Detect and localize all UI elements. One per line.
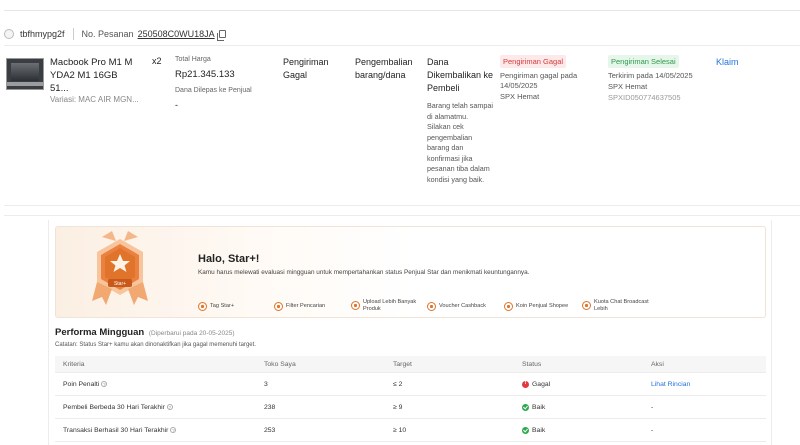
shipping-failed-badge: Pengiriman Gagal: [500, 55, 567, 68]
coin-icon: [504, 302, 513, 311]
status-cell: Baik: [522, 426, 651, 434]
view-details-link[interactable]: Lihat Rincian: [651, 381, 766, 388]
criteria-cell: Transaksi Berhasil 30 Hari Terakhir ?: [55, 427, 264, 434]
my-store-value: 238: [264, 403, 276, 411]
status-cell: Baik: [522, 403, 651, 411]
header-criteria: Kriteria: [63, 360, 85, 368]
table-header: Kriteria Toko Saya Target Status Aksi: [55, 356, 766, 373]
benefit-label: Tag Star+: [210, 303, 235, 310]
action-value: -: [651, 426, 654, 434]
total-price-label: Total Harga: [175, 56, 211, 63]
order-header: tbfhmypg2f No. Pesanan 250508C0WU18JA: [4, 22, 800, 46]
top-divider: [4, 10, 800, 11]
help-icon[interactable]: ?: [166, 404, 173, 410]
order-number-link[interactable]: 250508C0WU18JA: [138, 29, 215, 39]
shop-avatar-icon: [4, 28, 14, 39]
benefit-label: Filter Pencarian: [286, 303, 326, 310]
benefit-label: Upload Lebih Banyak Produk: [363, 299, 417, 312]
order-number-label: No. Pesanan: [81, 28, 134, 39]
shipping-complete-carrier: SPX Hemat: [608, 82, 648, 91]
claim-link[interactable]: Klaim: [716, 57, 739, 67]
status-cell: Gagal: [522, 380, 651, 388]
voucher-icon: [427, 302, 436, 311]
target-value: ≤ 2: [393, 380, 403, 388]
benefit-star-tag: Tag Star+: [198, 302, 268, 311]
benefit-search-filter: Filter Pencarian: [274, 302, 344, 311]
benefit-upload-products: Upload Lebih Banyak Produk: [351, 299, 423, 312]
fail-status-icon: [522, 380, 529, 388]
check-status-icon: [522, 403, 529, 411]
benefit-label: Voucher Cashback: [439, 303, 486, 310]
star-greeting: Halo, Star+!: [198, 253, 260, 265]
performance-note: Catatan: Status Star+ kamu akan dinonakt…: [55, 342, 256, 348]
shipping-status-text: Pengiriman Gagal: [283, 57, 329, 80]
my-store-value: 253: [264, 426, 276, 434]
return-status-text: Pengembalian barang/dana: [355, 57, 413, 80]
product-thumbnail[interactable]: [6, 58, 44, 90]
product-quantity: x2: [152, 56, 162, 66]
table-row: Pembeli Berbeda 30 Hari Terakhir ? 238 ≥…: [55, 396, 766, 419]
star-plus-card: Star+ Halo, Star+! Kamu harus melewati e…: [55, 226, 766, 318]
star-medal-icon: Star+: [56, 227, 184, 317]
shipping-complete-date: Terkirim pada 14/05/2025: [608, 71, 693, 80]
criteria-cell: Pembeli Berbeda 30 Hari Terakhir ?: [55, 404, 264, 411]
header-status: Status: [522, 360, 542, 368]
header-separator: [72, 27, 74, 40]
tracking-number[interactable]: SPXID050774637505: [608, 93, 681, 102]
funds-released-label: Dana Dilepas ke Penjual: [175, 87, 252, 94]
product-variant: Variasi: MAC AIR MGN...: [50, 95, 139, 104]
refund-status-text: Dana Dikembalikan ke Pembeli: [427, 57, 494, 93]
funds-released-value: -: [175, 100, 178, 110]
header-target: Target: [393, 360, 412, 368]
header-action: Aksi: [651, 360, 664, 368]
shop-name[interactable]: tbfhmypg2f: [20, 29, 65, 39]
filter-icon: [274, 302, 283, 311]
help-icon[interactable]: ?: [101, 381, 108, 387]
chat-icon: [582, 301, 591, 310]
upload-icon: [351, 301, 360, 310]
criteria-label: Pembeli Berbeda 30 Hari Terakhir: [63, 403, 165, 411]
benefit-label: Koin Penjual Shopee: [516, 303, 569, 310]
star-tag-icon: [198, 302, 207, 311]
section-divider: [4, 215, 800, 216]
table-row: Transaksi Berhasil 30 Hari Terakhir ? 25…: [55, 419, 766, 442]
status-label: Gagal: [532, 380, 551, 388]
target-value: ≥ 9: [393, 403, 403, 411]
performance-updated-date: (Diperbarui pada 20-05-2025): [148, 330, 235, 337]
action-value: -: [651, 403, 654, 411]
shipping-failed-date: Pengiriman gagal pada 14/05/2025: [500, 71, 578, 90]
product-name[interactable]: Macbook Pro M1 M YDA2 M1 16GB 51...: [50, 56, 136, 95]
benefit-label: Kuota Chat Broadcast Lebih: [594, 299, 649, 312]
total-price-value: Rp21.345.133: [175, 69, 235, 80]
help-icon[interactable]: ?: [170, 427, 177, 433]
star-subtitle: Kamu harus melewati evaluasi mingguan un…: [198, 269, 530, 276]
weekly-performance-title: Performa Mingguan (Diperbarui pada 20-05…: [55, 327, 234, 338]
table-row: Poin Penalti ? 3 ≤ 2 Gagal Lihat Rincian: [55, 373, 766, 396]
shipping-failed-carrier: SPX Hemat: [500, 92, 540, 101]
benefit-voucher-cashback: Voucher Cashback: [427, 302, 497, 311]
my-store-value: 3: [264, 380, 268, 388]
shipping-complete-badge: Pengiriman Selesai: [608, 55, 679, 68]
benefit-broadcast-chat: Kuota Chat Broadcast Lebih: [582, 299, 654, 312]
check-status-icon: [522, 426, 529, 434]
medal-label: Star+: [114, 281, 126, 287]
copy-icon[interactable]: [216, 29, 226, 41]
star-panel: Star+ Halo, Star+! Kamu harus melewati e…: [48, 220, 772, 445]
criteria-label: Transaksi Berhasil 30 Hari Terakhir: [63, 426, 169, 434]
order-row: Macbook Pro M1 M YDA2 M1 16GB 51... Vari…: [4, 46, 800, 206]
target-value: ≥ 10: [393, 426, 407, 434]
performance-title-text: Performa Mingguan: [55, 327, 145, 338]
criteria-label: Poin Penalti: [63, 380, 100, 388]
criteria-cell: Poin Penalti ?: [55, 381, 264, 388]
status-label: Baik: [532, 426, 546, 434]
refund-note: Barang telah sampai di alamatmu. Silakan…: [427, 101, 493, 184]
performance-table: Kriteria Toko Saya Target Status Aksi Po…: [55, 356, 766, 442]
header-my-store: Toko Saya: [264, 360, 296, 368]
status-label: Baik: [532, 403, 546, 411]
benefit-seller-coins: Koin Penjual Shopee: [504, 302, 578, 311]
